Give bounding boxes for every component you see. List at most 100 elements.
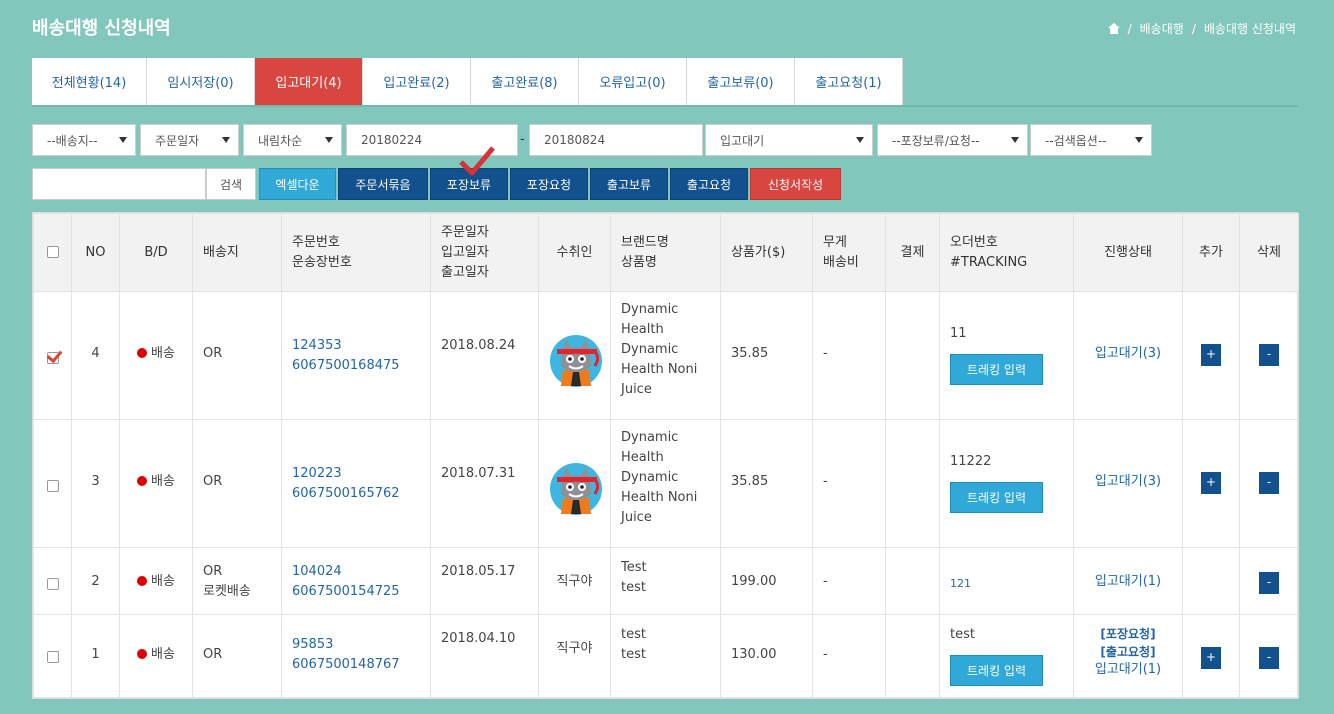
red-dot-icon bbox=[137, 576, 148, 586]
row-payment bbox=[885, 547, 940, 615]
row-payment bbox=[885, 419, 940, 548]
tracking-number-link[interactable]: 6067500165762 bbox=[292, 484, 420, 504]
select-all-checkbox[interactable] bbox=[46, 246, 59, 258]
tab-temp-save[interactable]: 임시저장(0) bbox=[147, 58, 255, 105]
tab-error-arrival[interactable]: 오류입고(0) bbox=[579, 58, 687, 105]
delete-button[interactable]: - bbox=[1259, 572, 1279, 594]
packing-select[interactable]: --포장보류/요청-- bbox=[877, 124, 1028, 156]
row-order-number: 120223 6067500165762 bbox=[281, 419, 431, 548]
status-link[interactable]: 입고대기(3) bbox=[1084, 344, 1172, 364]
checkmark-icon bbox=[459, 146, 495, 176]
row-order-number: 124353 6067500168475 bbox=[281, 291, 431, 420]
recipient-name: 직구야 bbox=[556, 574, 593, 589]
order-number-link[interactable]: 124353 bbox=[292, 336, 420, 356]
tracking-number-link[interactable]: 6067500154725 bbox=[292, 582, 420, 602]
add-button[interactable]: + bbox=[1201, 344, 1221, 366]
search-button[interactable]: 검색 bbox=[206, 168, 256, 200]
row-brand: Dynamic Health Dynamic Health Noni Juice bbox=[610, 419, 721, 548]
row-destination: OR bbox=[192, 419, 282, 548]
col-destination: 배송지 bbox=[192, 213, 282, 292]
ship-request-button[interactable]: 출고요청 bbox=[670, 168, 748, 200]
delete-button[interactable]: - bbox=[1259, 344, 1279, 366]
date-to-input[interactable]: 20180824 bbox=[529, 124, 703, 156]
row-order-tracking: test 트레킹 입력 bbox=[939, 614, 1074, 698]
row-weight: - bbox=[812, 291, 886, 420]
breadcrumb: / 배송대행 / 배송대행 신청내역 bbox=[1107, 20, 1296, 37]
order-ref: test bbox=[950, 627, 975, 642]
row-checkbox[interactable] bbox=[46, 479, 59, 492]
col-order-tracking: 오더번호 #TRACKING bbox=[939, 213, 1074, 292]
row-payment bbox=[885, 291, 940, 420]
tab-all[interactable]: 전체현황(14) bbox=[32, 58, 147, 105]
tracking-input-button[interactable]: 트레킹 입력 bbox=[950, 354, 1043, 385]
row-checkbox[interactable] bbox=[46, 577, 59, 590]
tracking-input-button[interactable]: 트레킹 입력 bbox=[950, 482, 1043, 513]
tab-ship-hold[interactable]: 출고보류(0) bbox=[687, 58, 795, 105]
add-button[interactable]: + bbox=[1201, 647, 1221, 669]
excel-download-button[interactable]: 엑셀다운 bbox=[259, 168, 336, 200]
status-tag[interactable]: [출고요청] bbox=[1084, 643, 1172, 661]
chevron-down-icon bbox=[222, 137, 230, 143]
row-add bbox=[1182, 547, 1240, 615]
breadcrumb-item[interactable]: 배송대행 bbox=[1140, 20, 1184, 37]
packing-request-button[interactable]: 포장요청 bbox=[510, 168, 588, 200]
table-row: 2 배송 OR 로켓배송 104024 6067500154725 2018.05.… bbox=[33, 547, 1299, 615]
table-row: 1 배송 OR 95853 6067500148767 2018.04.10 직구… bbox=[33, 614, 1299, 698]
ship-to-select[interactable]: --배송지-- bbox=[32, 124, 136, 156]
col-order-number: 주문번호 운송장번호 bbox=[281, 213, 431, 292]
row-checkbox[interactable] bbox=[46, 650, 59, 663]
search-input[interactable] bbox=[32, 168, 206, 200]
tracking-input-button[interactable]: 트레킹 입력 bbox=[950, 655, 1043, 686]
delete-button[interactable]: - bbox=[1259, 647, 1279, 669]
status-tabs: 전체현황(14) 임시저장(0) 입고대기(4) 입고완료(2) 출고완료(8)… bbox=[32, 58, 903, 105]
delete-button[interactable]: - bbox=[1259, 472, 1279, 494]
sort-select[interactable]: 내림차순 bbox=[243, 124, 342, 156]
red-dot-icon bbox=[137, 649, 148, 659]
row-no: 3 bbox=[71, 419, 120, 548]
tab-ship-request[interactable]: 출고요청(1) bbox=[795, 58, 903, 105]
row-bd: 배송 bbox=[119, 547, 193, 615]
row-price: 35.85 bbox=[720, 419, 813, 548]
search-option-select[interactable]: --검색옵션-- bbox=[1030, 124, 1152, 156]
row-recipient: 직구야 bbox=[538, 547, 611, 615]
order-number-link[interactable]: 95853 bbox=[292, 635, 420, 655]
row-payment bbox=[885, 614, 940, 698]
row-no: 1 bbox=[71, 614, 120, 698]
home-icon[interactable] bbox=[1107, 23, 1120, 34]
chevron-down-icon bbox=[1135, 137, 1143, 143]
add-button[interactable]: + bbox=[1201, 472, 1221, 494]
order-ref[interactable]: 121 bbox=[950, 574, 1063, 594]
order-ref: 11222 bbox=[950, 454, 992, 469]
recipient-avatar-icon bbox=[550, 463, 602, 515]
row-brand: test test bbox=[610, 614, 721, 698]
table-row: 3 배송 OR 120223 6067500165762 2018.07.31 D… bbox=[33, 419, 1299, 548]
tracking-number-link[interactable]: 6067500148767 bbox=[292, 655, 420, 675]
tracking-number-link[interactable]: 6067500168475 bbox=[292, 356, 420, 376]
status-link[interactable]: 입고대기(3) bbox=[1084, 472, 1172, 492]
ship-hold-button[interactable]: 출고보류 bbox=[590, 168, 668, 200]
row-date: 2018.04.10 bbox=[430, 614, 539, 698]
tab-shipped[interactable]: 출고완료(8) bbox=[471, 58, 579, 105]
status-tag[interactable]: [포장요청] bbox=[1084, 625, 1172, 643]
recipient-name: 직구야 bbox=[556, 641, 593, 656]
row-add: + bbox=[1182, 291, 1240, 420]
tab-arrived[interactable]: 입고완료(2) bbox=[363, 58, 471, 105]
chevron-down-icon bbox=[325, 137, 333, 143]
row-recipient bbox=[538, 291, 611, 420]
row-checkbox[interactable] bbox=[46, 351, 59, 364]
write-application-button[interactable]: 신청서작성 bbox=[750, 168, 841, 200]
order-date-select[interactable]: 주문일자 bbox=[140, 124, 239, 156]
col-brand: 브랜드명 상품명 bbox=[610, 213, 721, 292]
order-number-link[interactable]: 104024 bbox=[292, 562, 420, 582]
status-link[interactable]: 입고대기(1) bbox=[1084, 661, 1172, 679]
tab-awaiting-arrival[interactable]: 입고대기(4) bbox=[255, 58, 363, 105]
merge-orders-button[interactable]: 주문서묶음 bbox=[338, 168, 428, 200]
col-payment: 결제 bbox=[885, 213, 940, 292]
status-link[interactable]: 입고대기(1) bbox=[1084, 572, 1172, 592]
row-date: 2018.05.17 bbox=[430, 547, 539, 615]
status-select[interactable]: 입고대기 bbox=[705, 124, 873, 156]
row-select-cell bbox=[33, 547, 72, 615]
order-number-link[interactable]: 120223 bbox=[292, 464, 420, 484]
row-price: 199.00 bbox=[720, 547, 813, 615]
row-no: 4 bbox=[71, 291, 120, 420]
